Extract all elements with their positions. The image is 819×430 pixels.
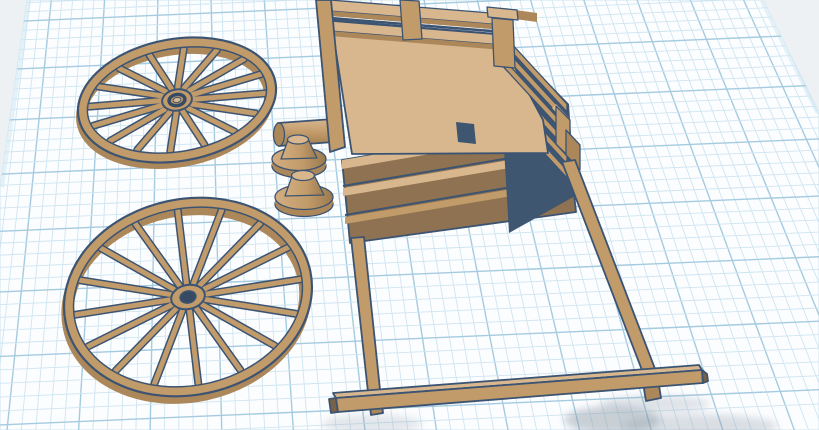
scene-canvas[interactable] (0, 0, 819, 430)
viewport-3d[interactable] (0, 0, 819, 430)
